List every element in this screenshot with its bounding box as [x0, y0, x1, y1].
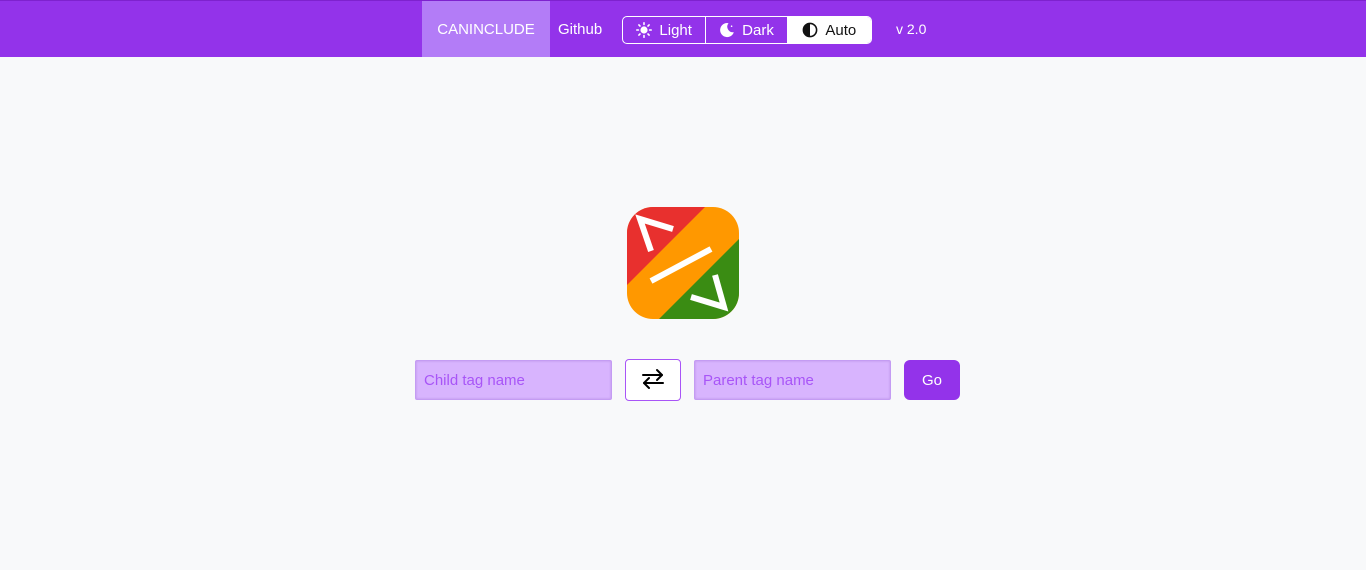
version-label: v 2.0	[896, 21, 927, 37]
theme-auto-label: Auto	[825, 21, 857, 39]
github-link[interactable]: Github	[558, 1, 602, 57]
theme-switcher: Light Dark Auto	[622, 16, 872, 44]
child-tag-input[interactable]	[415, 360, 612, 400]
code-tag-logo	[627, 207, 739, 319]
theme-auto-button[interactable]: Auto	[787, 17, 871, 43]
brand-link[interactable]: CANINCLUDE	[422, 1, 550, 57]
go-button[interactable]: Go	[904, 360, 960, 400]
top-navbar: CANINCLUDE Github Light Dark Auto v 2.0	[0, 0, 1366, 57]
moon-icon	[719, 22, 735, 38]
parent-tag-input[interactable]	[694, 360, 891, 400]
swap-arrows-icon	[641, 368, 665, 393]
theme-dark-label: Dark	[742, 21, 774, 39]
theme-light-label: Light	[659, 21, 692, 39]
sun-icon	[636, 22, 653, 38]
half-circle-icon	[802, 22, 818, 38]
theme-light-button[interactable]: Light	[623, 17, 707, 43]
theme-dark-button[interactable]: Dark	[706, 17, 788, 43]
swap-button[interactable]	[625, 359, 681, 401]
